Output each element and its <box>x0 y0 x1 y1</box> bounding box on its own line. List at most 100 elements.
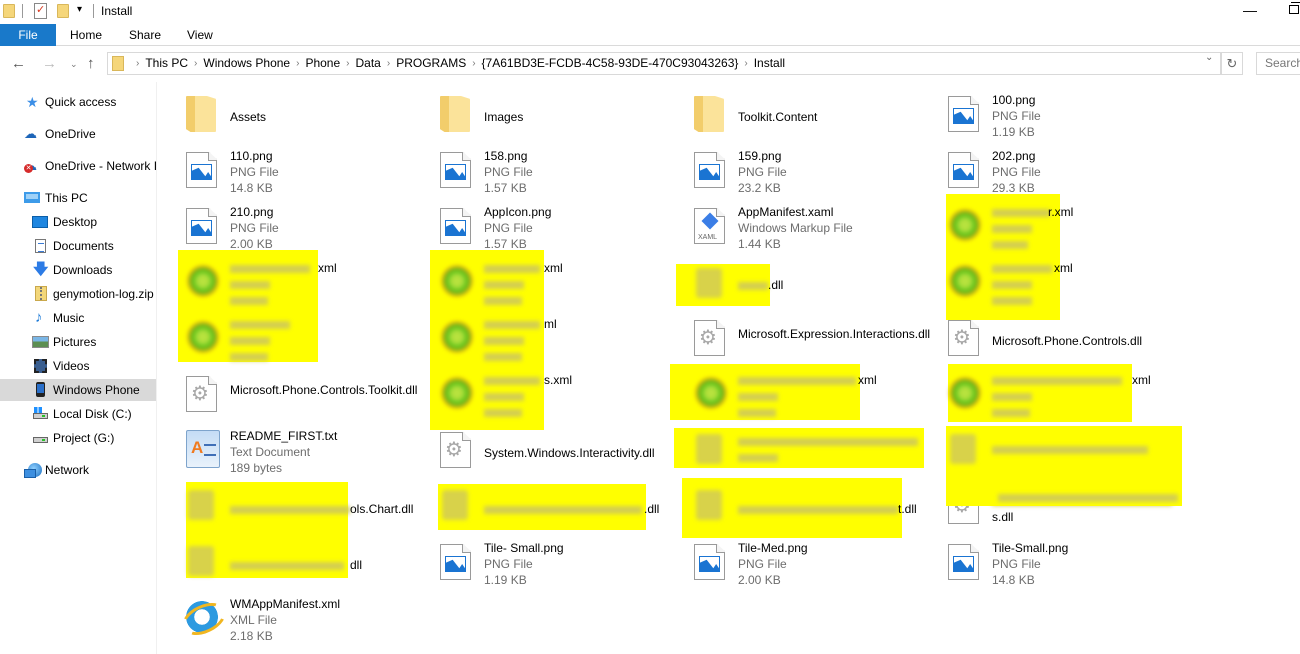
tab-view[interactable]: View <box>187 24 213 46</box>
sidebar-item-downloads[interactable]: 🡇 Downloads <box>0 259 156 281</box>
tab-share[interactable]: Share <box>129 24 161 46</box>
file-item-redacted-dll[interactable]: .dll <box>686 254 926 308</box>
folder-item-toolkit-content[interactable]: Toolkit.Content <box>686 86 926 140</box>
tab-home[interactable]: Home <box>70 24 102 46</box>
file-item-redacted-xml[interactable] <box>178 310 418 364</box>
file-item-redacted-dll-input[interactable]: t.dll <box>686 478 926 532</box>
breadcrumb-separator[interactable]: › <box>194 53 197 74</box>
search-input[interactable]: Search <box>1256 52 1300 75</box>
file-item-wmappmanifest[interactable]: WMAppManifest.xml XML File 2.18 KB <box>178 590 418 644</box>
breadcrumb-separator[interactable]: › <box>744 53 747 74</box>
sidebar-item-documents[interactable]: Documents <box>0 235 156 257</box>
file-item-ms-expression-interactions[interactable]: Microsoft.Expression.Interactions.dll <box>686 310 930 364</box>
file-item-redacted-dll-data[interactable]: .dll <box>432 478 672 532</box>
file-item-redacted-xml[interactable]: r.xml <box>940 198 1180 252</box>
xml-file-icon <box>440 264 474 298</box>
redacted-text <box>992 393 1032 401</box>
sidebar-item-onedrive[interactable]: ☁ OneDrive <box>0 123 156 145</box>
breadcrumb-this-pc[interactable]: This PC <box>145 53 188 74</box>
file-item-tile-small[interactable]: Tile-Small.png PNG File 14.8 KB <box>940 534 1180 588</box>
sidebar-item-label: Quick access <box>45 95 117 109</box>
recent-locations-button[interactable]: ⌄ <box>70 59 78 70</box>
breadcrumb-data[interactable]: Data <box>355 53 380 74</box>
file-size: 2.00 KB <box>738 573 781 587</box>
folder-item-images[interactable]: Images <box>432 86 672 140</box>
sidebar-item-project-drive[interactable]: Project (G:) <box>0 427 156 449</box>
breadcrumb-phone[interactable]: Phone <box>305 53 340 74</box>
breadcrumb-guid[interactable]: {7A61BD3E-FCDB-4C58-93DE-470C93043263} <box>482 53 739 74</box>
folder-icon <box>112 56 124 71</box>
sidebar-item-windows-phone[interactable]: Windows Phone <box>0 379 156 401</box>
sidebar-item-network[interactable]: Network <box>0 459 156 481</box>
file-item-redacted-xml[interactable]: xml <box>940 254 1180 308</box>
refresh-button[interactable]: ↻ <box>1221 52 1243 75</box>
file-item-system-windows-interactivity[interactable]: System.Windows.Interactivity.dll <box>432 422 672 476</box>
breadcrumb-separator[interactable]: › <box>387 53 390 74</box>
redacted-text <box>484 353 522 361</box>
address-bar[interactable]: › This PC › Windows Phone › Phone › Data… <box>107 52 1221 75</box>
file-item-ms-phone-controls-toolkit[interactable]: Microsoft.Phone.Controls.Toolkit.dll <box>178 366 418 420</box>
breadcrumb-separator[interactable]: › <box>472 53 475 74</box>
forward-button[interactable]: → <box>42 55 57 72</box>
file-item-redacted-xml[interactable]: xml <box>686 366 926 420</box>
file-item-100-png[interactable]: 100.png PNG File 1.19 KB <box>940 86 1180 140</box>
sidebar-item-desktop[interactable]: Desktop <box>0 211 156 233</box>
file-item-redacted-dll[interactable] <box>686 422 926 476</box>
file-size: 14.8 KB <box>230 181 273 195</box>
file-item-redacted-xml[interactable]: xml <box>940 366 1180 420</box>
file-size: 2.00 KB <box>230 237 273 251</box>
file-name-suffix: ml <box>544 317 557 331</box>
file-type: PNG File <box>992 109 1041 123</box>
file-item-redacted-xml[interactable]: xml <box>178 254 418 308</box>
file-item-110-png[interactable]: 110.png PNG File 14.8 KB <box>178 142 418 196</box>
minimize-button[interactable]: — <box>1243 2 1257 18</box>
file-item-210-png[interactable]: 210.png PNG File 2.00 KB <box>178 198 418 252</box>
file-item-tile-small-space[interactable]: Tile- Small.png PNG File 1.19 KB <box>432 534 672 588</box>
file-item-redacted-dll-chart[interactable]: ols.Chart.dll <box>178 478 418 532</box>
file-item-readme[interactable]: README_FIRST.txt Text Document 189 bytes <box>178 422 418 476</box>
file-item-redacted-dll[interactable] <box>940 422 1180 476</box>
file-name: Microsoft.Phone.Controls.Toolkit.dll <box>230 383 418 397</box>
file-name-suffix: s.dll <box>992 510 1014 524</box>
file-item-158-png[interactable]: 158.png PNG File 1.57 KB <box>432 142 672 196</box>
file-item-redacted-xml[interactable]: ml <box>432 310 672 364</box>
sidebar-item-local-disk[interactable]: Local Disk (C:) <box>0 403 156 425</box>
up-button[interactable]: ↑ <box>87 55 95 72</box>
breadcrumb-programs[interactable]: PROGRAMS <box>396 53 466 74</box>
file-name: Toolkit.Content <box>738 110 818 124</box>
file-type: PNG File <box>484 165 533 179</box>
file-item-redacted-xml[interactable]: s.xml <box>432 366 672 420</box>
properties-icon[interactable] <box>34 3 47 19</box>
file-item-redacted-dll-core[interactable]: dll <box>178 534 418 588</box>
sidebar-item-music[interactable]: ♪ Music <box>0 307 156 329</box>
file-type: PNG File <box>484 557 533 571</box>
local-disk-icon <box>33 407 48 419</box>
file-item-ms-phone-controls[interactable]: Microsoft.Phone.Controls.dll <box>940 310 1180 364</box>
new-folder-icon[interactable] <box>57 4 69 18</box>
computer-icon <box>24 192 40 203</box>
customize-toolbar-dropdown-icon[interactable]: ▾ <box>77 4 82 15</box>
file-item-appmanifest-xaml[interactable]: AppManifest.xaml Windows Markup File 1.4… <box>686 198 926 252</box>
sidebar-item-pictures[interactable]: Pictures <box>0 331 156 353</box>
breadcrumb-separator[interactable]: › <box>346 53 349 74</box>
sidebar-item-onedrive-network[interactable]: ☁ OneDrive - Network I <box>0 155 156 177</box>
redacted-text <box>230 506 350 514</box>
breadcrumb-separator[interactable]: › <box>296 53 299 74</box>
sidebar-item-genymotion-log[interactable]: genymotion-log.zip <box>0 283 156 305</box>
file-item-159-png[interactable]: 159.png PNG File 23.2 KB <box>686 142 926 196</box>
breadcrumb-windows-phone[interactable]: Windows Phone <box>203 53 290 74</box>
sidebar-item-videos[interactable]: Videos <box>0 355 156 377</box>
breadcrumb-install[interactable]: Install <box>754 53 785 74</box>
address-history-dropdown[interactable]: ⌄ <box>1205 52 1213 63</box>
sidebar-item-quick-access[interactable]: ★ Quick access <box>0 91 156 113</box>
file-item-appicon-png[interactable]: AppIcon.png PNG File 1.57 KB <box>432 198 672 252</box>
restore-button[interactable] <box>1289 2 1300 14</box>
folder-item-assets[interactable]: Assets <box>178 86 418 140</box>
sidebar-item-label: Project (G:) <box>53 431 115 445</box>
sidebar-item-this-pc[interactable]: This PC <box>0 187 156 209</box>
back-button[interactable]: ← <box>11 55 26 72</box>
file-item-redacted-xml[interactable]: xml <box>432 254 672 308</box>
file-item-202-png[interactable]: 202.png PNG File 29.3 KB <box>940 142 1180 196</box>
file-item-tile-med[interactable]: Tile-Med.png PNG File 2.00 KB <box>686 534 926 588</box>
tab-file[interactable]: File <box>0 24 56 46</box>
